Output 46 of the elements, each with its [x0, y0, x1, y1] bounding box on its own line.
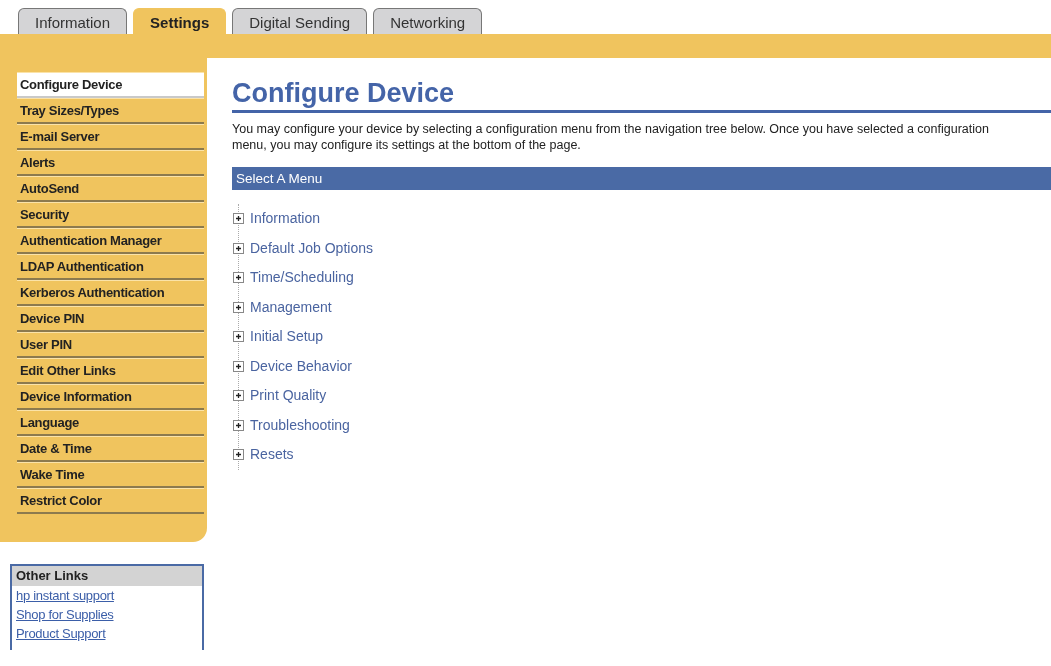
tab[interactable]: Digital Sending [232, 8, 368, 34]
sidebar-item[interactable]: Device PIN [17, 306, 204, 332]
description-text: You may configure your device by selecting a configuration menu from the navigation tree below. Once you have selected a configuration menu, you may configure its settings at the bottom of the page. [232, 121, 990, 153]
tree-item[interactable]: Default Job Options [250, 237, 373, 259]
expand-icon[interactable] [233, 213, 244, 225]
section-header: Select A Menu [232, 167, 1051, 190]
sidebar-item[interactable]: E-mail Server [17, 124, 204, 150]
tree-item[interactable]: Time/Scheduling [250, 267, 354, 289]
tab[interactable]: Information [18, 8, 128, 34]
sidebar-item[interactable]: AutoSend [17, 176, 204, 202]
panel-title: Other Links [12, 566, 202, 586]
expand-icon[interactable] [233, 449, 244, 461]
sidebar-item[interactable]: Tray Sizes/Types [17, 98, 204, 124]
tree-item[interactable]: Information [250, 208, 321, 230]
link[interactable]: Product Support [12, 624, 202, 643]
sidebar-item[interactable]: Restrict Color [17, 488, 204, 514]
tab[interactable]: Networking [373, 8, 483, 34]
expand-icon[interactable] [233, 331, 244, 343]
sidebar-item[interactable]: Date & Time [17, 436, 204, 462]
link[interactable]: Shop for Supplies [12, 605, 202, 624]
sidebar-item[interactable]: Wake Time [17, 462, 204, 488]
sidebar-item[interactable]: Device Information [17, 384, 204, 410]
sidebar-item[interactable]: Security [17, 202, 204, 228]
sidebar-item[interactable]: Edit Other Links [17, 358, 204, 384]
tree-item[interactable]: Resets [250, 444, 294, 466]
sidebar-item[interactable]: Language [17, 410, 204, 436]
expand-icon[interactable] [233, 390, 244, 402]
tree-item[interactable]: Management [250, 296, 332, 318]
tree-item[interactable]: Initial Setup [250, 326, 324, 348]
sidebar-item[interactable]: User PIN [17, 332, 204, 358]
tree-item[interactable]: Print Quality [250, 385, 327, 407]
page-title: Configure Device [232, 78, 1051, 113]
expand-icon[interactable] [233, 242, 244, 254]
expand-icon[interactable] [233, 272, 244, 284]
expand-icon[interactable] [233, 360, 244, 372]
sidebar-item[interactable]: Authentication Manager [17, 228, 204, 254]
sidebar-item[interactable]: Configure Device [17, 72, 204, 98]
tab[interactable]: Settings [133, 8, 227, 34]
sidebar-item[interactable]: Alerts [17, 150, 204, 176]
tree-item[interactable]: Troubleshooting [250, 414, 350, 436]
link[interactable]: hp instant support [12, 586, 202, 605]
tree-item[interactable]: Device Behavior [250, 355, 352, 377]
sidebar-item[interactable]: Kerberos Authentication [17, 280, 204, 306]
expand-icon[interactable] [233, 301, 244, 313]
expand-icon[interactable] [233, 419, 244, 431]
sidebar-item[interactable]: LDAP Authentication [17, 254, 204, 280]
